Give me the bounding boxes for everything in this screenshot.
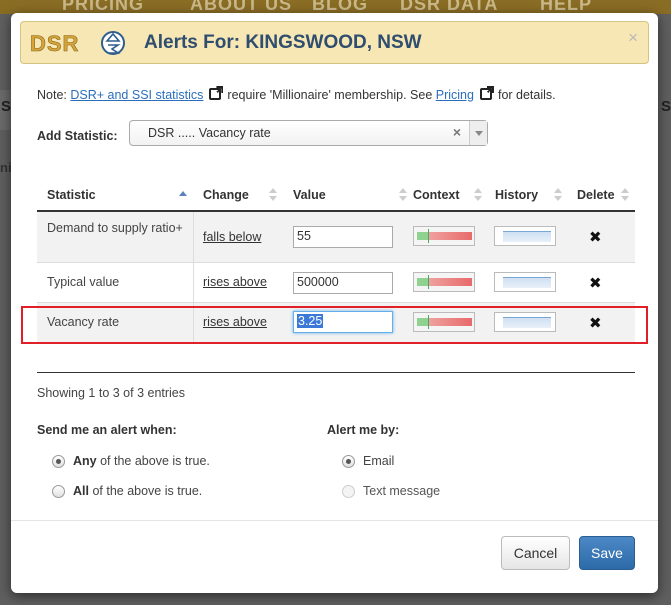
dsr-ssi-statistics-link[interactable]: DSR+ and SSI statistics bbox=[70, 88, 203, 102]
entries-info: Showing 1 to 3 of 3 entries bbox=[37, 386, 186, 400]
table-row: Demand to supply ratio+ falls below 55 ✖ bbox=[37, 212, 635, 263]
note-middle: require 'Millionaire' membership. See bbox=[227, 88, 433, 102]
table-header: Statistic Change Value Context History D… bbox=[37, 180, 635, 212]
alerts-table: Statistic Change Value Context History D… bbox=[37, 180, 635, 343]
statistic-cell: Typical value bbox=[37, 263, 194, 302]
sort-icon[interactable] bbox=[269, 188, 277, 202]
history-chart-thumbnail[interactable] bbox=[494, 226, 556, 246]
context-chart-thumbnail[interactable] bbox=[413, 272, 475, 292]
alert-by-label: Alert me by: bbox=[327, 423, 400, 437]
history-chart-thumbnail[interactable] bbox=[494, 312, 556, 332]
cancel-button[interactable]: Cancel bbox=[501, 536, 570, 570]
sort-asc-icon[interactable] bbox=[179, 188, 187, 202]
radio-button[interactable] bbox=[52, 455, 65, 468]
chevron-down-icon[interactable] bbox=[469, 121, 487, 145]
sort-icon[interactable] bbox=[474, 188, 482, 202]
statistic-cell: Demand to supply ratio+ bbox=[37, 212, 194, 262]
external-link-icon[interactable] bbox=[479, 88, 492, 100]
delete-icon[interactable]: ✖ bbox=[589, 314, 602, 332]
value-input[interactable]: 55 bbox=[293, 226, 393, 248]
add-statistic-value: DSR ..... Vacancy rate bbox=[148, 126, 271, 140]
external-link-icon[interactable] bbox=[209, 88, 222, 100]
sort-icon[interactable] bbox=[554, 188, 562, 202]
pricing-link[interactable]: Pricing bbox=[436, 88, 474, 102]
note-suffix: for details. bbox=[497, 88, 556, 102]
modal-title: Alerts For: KINGSWOOD, NSW bbox=[144, 32, 422, 53]
change-link[interactable]: rises above bbox=[203, 275, 267, 289]
modal-footer-divider bbox=[11, 520, 658, 521]
close-icon[interactable]: × bbox=[628, 28, 638, 48]
table-divider bbox=[37, 372, 635, 373]
selected-value-text: 3.25 bbox=[297, 314, 324, 328]
background-text: S bbox=[661, 98, 671, 115]
header-history[interactable]: History bbox=[495, 188, 538, 202]
add-statistic-label: Add Statistic: bbox=[37, 129, 118, 143]
radio-email-label: Email bbox=[363, 454, 395, 468]
radio-button[interactable] bbox=[342, 455, 355, 468]
header-delete[interactable]: Delete bbox=[577, 188, 615, 202]
header-value[interactable]: Value bbox=[293, 188, 326, 202]
save-button[interactable]: Save bbox=[579, 536, 635, 570]
background-nav: PRICING ABOUT US BLOG DSR DATA HELP bbox=[0, 0, 671, 14]
delete-icon[interactable]: ✖ bbox=[589, 274, 602, 292]
delete-icon[interactable]: ✖ bbox=[589, 228, 602, 246]
dsr-logo: DSR bbox=[30, 31, 125, 56]
header-context[interactable]: Context bbox=[413, 188, 460, 202]
radio-button-disabled bbox=[342, 485, 355, 498]
context-chart-thumbnail[interactable] bbox=[413, 312, 475, 332]
value-input[interactable]: 500000 bbox=[293, 272, 393, 294]
clear-selection-icon[interactable]: × bbox=[453, 124, 461, 140]
svg-text:DSR: DSR bbox=[30, 31, 79, 56]
radio-any-label: Any of the above is true. bbox=[73, 454, 210, 468]
alerts-modal: DSR Alerts For: KINGSWOOD, NSW × Note: D… bbox=[11, 13, 658, 593]
change-link[interactable]: falls below bbox=[203, 230, 261, 244]
sort-icon[interactable] bbox=[399, 188, 407, 202]
table-row: Typical value rises above 500000 ✖ bbox=[37, 263, 635, 303]
statistic-cell: Vacancy rate bbox=[37, 303, 194, 342]
table-row: Vacancy rate rises above 3.25 ✖ bbox=[37, 303, 635, 343]
value-input-focused[interactable]: 3.25 bbox=[293, 311, 393, 333]
sort-icon[interactable] bbox=[621, 188, 629, 202]
radio-button[interactable] bbox=[52, 485, 65, 498]
header-statistic[interactable]: Statistic bbox=[47, 188, 96, 202]
history-chart-thumbnail[interactable] bbox=[494, 272, 556, 292]
membership-note: Note: DSR+ and SSI statistics require 'Mi… bbox=[37, 88, 556, 102]
context-chart-thumbnail[interactable] bbox=[413, 226, 475, 246]
radio-text-message-label: Text message bbox=[363, 484, 441, 498]
note-prefix: Note: bbox=[37, 88, 71, 102]
statistic-name: Demand to supply ratio+ bbox=[47, 221, 183, 235]
background-text: ni bbox=[0, 160, 12, 175]
statistic-name: Vacancy rate bbox=[47, 315, 120, 329]
change-link[interactable]: rises above bbox=[203, 315, 267, 329]
statistic-name: Typical value bbox=[47, 275, 120, 289]
add-statistic-select[interactable]: DSR ..... Vacancy rate × bbox=[129, 120, 488, 146]
send-when-label: Send me an alert when: bbox=[37, 423, 177, 437]
modal-header: DSR Alerts For: KINGSWOOD, NSW × bbox=[20, 21, 649, 64]
header-change[interactable]: Change bbox=[203, 188, 249, 202]
background-text: S bbox=[1, 98, 12, 115]
radio-all-label: All of the above is true. bbox=[73, 484, 203, 498]
